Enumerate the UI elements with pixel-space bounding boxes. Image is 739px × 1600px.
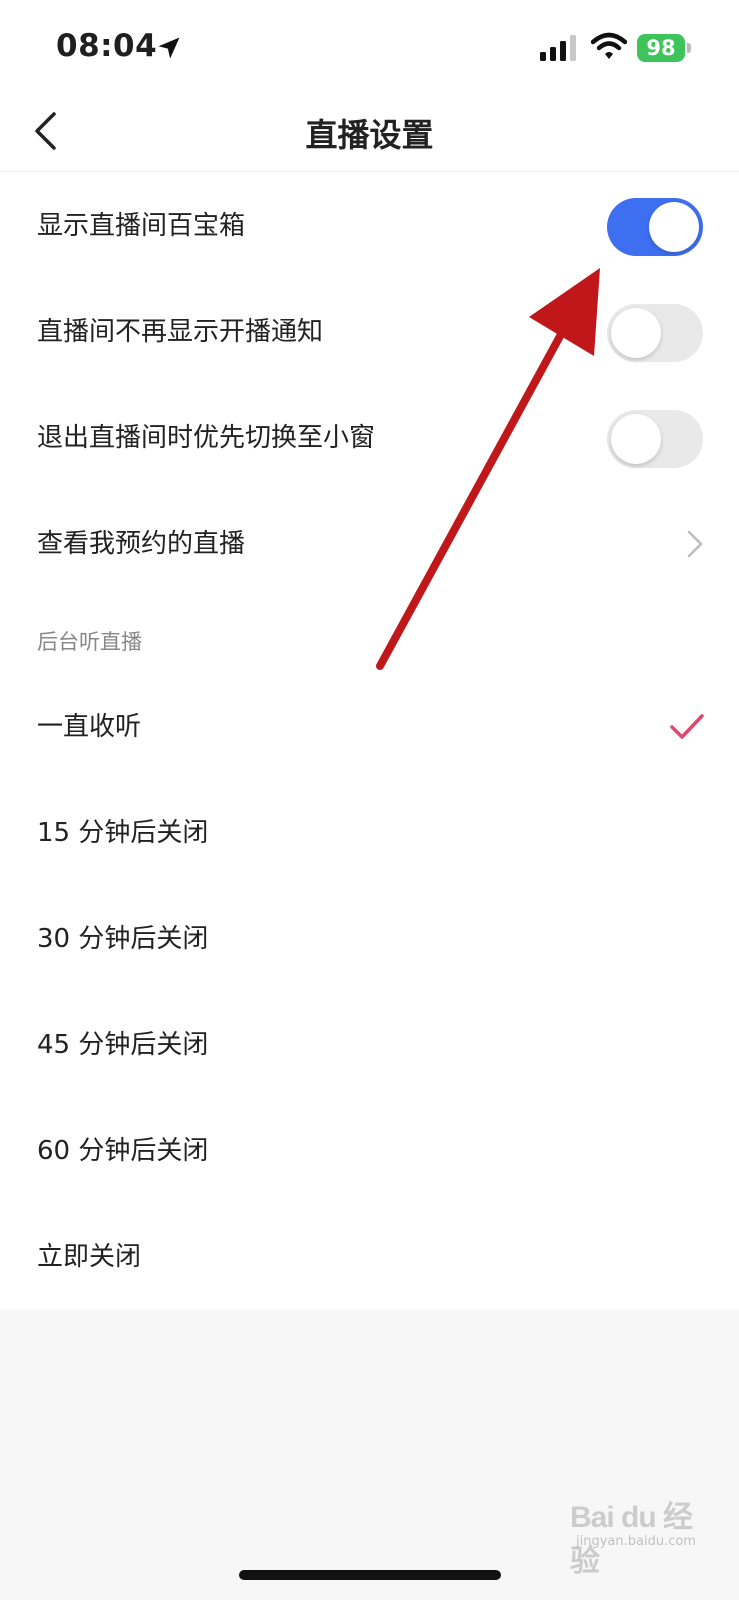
setting-label: 查看我预约的直播 bbox=[37, 529, 246, 559]
status-bar: 08:04 98 bbox=[0, 0, 739, 90]
toggle-knob bbox=[611, 414, 661, 464]
option-label: 60 分钟后关闭 bbox=[37, 1136, 209, 1166]
toggle-knob bbox=[649, 202, 699, 252]
option-row[interactable]: 60 分钟后关闭 bbox=[0, 1098, 739, 1204]
baidu-watermark: Bai du 经验 jingyan.baidu.com bbox=[570, 1482, 720, 1578]
setting-row-mini-window: 退出直播间时优先切换至小窗 bbox=[0, 385, 739, 491]
screen: 08:04 98 直播设置 显示直播间百宝箱 直播间不再显示开播通知 退出直播间… bbox=[0, 0, 739, 1600]
setting-label: 显示直播间百宝箱 bbox=[37, 211, 246, 241]
option-row[interactable]: 15 分钟后关闭 bbox=[0, 780, 739, 886]
setting-row-treasure-box: 显示直播间百宝箱 bbox=[0, 173, 739, 279]
mini-window-toggle[interactable] bbox=[607, 410, 703, 468]
option-label: 45 分钟后关闭 bbox=[37, 1030, 209, 1060]
start-notice-toggle[interactable] bbox=[607, 304, 703, 362]
home-indicator[interactable] bbox=[239, 1570, 501, 1580]
location-arrow-icon bbox=[158, 37, 180, 59]
option-row[interactable]: 立即关闭 bbox=[0, 1204, 739, 1310]
setting-row-reservations[interactable]: 查看我预约的直播 bbox=[0, 491, 739, 597]
chevron-right-icon bbox=[687, 530, 703, 558]
option-row[interactable]: 30 分钟后关闭 bbox=[0, 886, 739, 992]
toggle-knob bbox=[611, 308, 661, 358]
status-time: 08:04 bbox=[56, 28, 158, 64]
setting-row-start-notice: 直播间不再显示开播通知 bbox=[0, 279, 739, 385]
nav-bar: 直播设置 bbox=[0, 90, 739, 172]
option-row[interactable]: 45 分钟后关闭 bbox=[0, 992, 739, 1098]
signal-icon bbox=[540, 35, 576, 61]
checkmark-icon bbox=[670, 714, 704, 739]
battery-icon: 98 bbox=[637, 34, 685, 62]
wifi-icon bbox=[591, 32, 627, 59]
watermark-url: jingyan.baidu.com bbox=[576, 1534, 696, 1549]
treasure-box-toggle[interactable] bbox=[607, 198, 703, 256]
section-header-background-listen: 后台听直播 bbox=[37, 630, 142, 654]
setting-label: 退出直播间时优先切换至小窗 bbox=[37, 423, 376, 453]
battery-cap bbox=[687, 43, 691, 53]
battery-level: 98 bbox=[646, 36, 676, 60]
option-label: 15 分钟后关闭 bbox=[37, 818, 209, 848]
setting-label: 直播间不再显示开播通知 bbox=[37, 317, 324, 347]
page-title: 直播设置 bbox=[305, 116, 434, 154]
option-label: 立即关闭 bbox=[37, 1242, 142, 1272]
option-label: 一直收听 bbox=[37, 712, 142, 742]
option-row[interactable]: 一直收听 bbox=[0, 674, 739, 780]
option-label: 30 分钟后关闭 bbox=[37, 924, 209, 954]
